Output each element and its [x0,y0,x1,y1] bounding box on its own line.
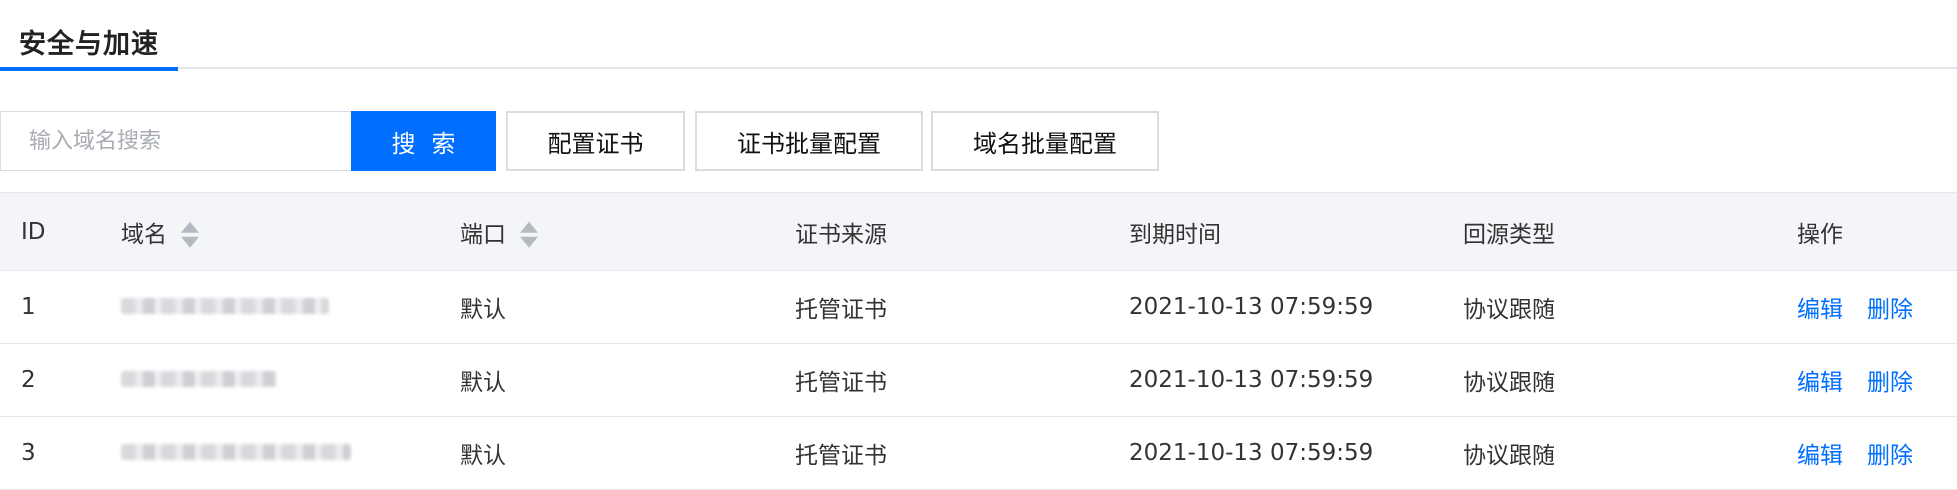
delete-link[interactable]: 删除 [1867,370,1913,396]
row-expire-time: 2021-10-13 07:59:59 [1129,367,1374,393]
domain-search-input[interactable] [0,111,352,171]
tab-label: 安全与加速 [19,29,159,60]
table-row: 1 默认 托管证书 2021-10-13 07:59:59 协议跟随 编辑 删除 [0,271,1957,344]
domain-batch-config-button[interactable]: 域名批量配置 [931,111,1159,171]
column-header-domain-label: 域名 [121,221,167,248]
row-origin-type: 协议跟随 [1463,370,1555,396]
row-id: 1 [21,294,36,320]
row-cert-source: 托管证书 [795,297,887,323]
row-expire-time: 2021-10-13 07:59:59 [1129,440,1374,466]
column-header-expire-time: 到期时间 [1129,221,1221,248]
table-row: 2 默认 托管证书 2021-10-13 07:59:59 协议跟随 编辑 删除 [0,344,1957,417]
edit-link[interactable]: 编辑 [1797,297,1843,323]
row-domain-redacted [121,294,329,320]
tab-bar: 安全与加速 [0,0,1957,71]
search-button[interactable]: 搜索 [351,111,496,171]
table-header: ID 域名 端口 证书来源 到期时间 回源类型 操作 [0,193,1957,271]
row-cert-source: 托管证书 [795,370,887,396]
row-expire-time: 2021-10-13 07:59:59 [1129,294,1374,320]
row-operations: 编辑 删除 [1797,436,1913,470]
row-operations: 编辑 删除 [1797,290,1913,324]
sort-icon[interactable] [181,221,199,249]
row-origin-type: 协议跟随 [1463,297,1555,323]
column-header-origin-type: 回源类型 [1463,221,1555,248]
table-row: 3 默认 托管证书 2021-10-13 07:59:59 协议跟随 编辑 删除 [0,417,1957,490]
row-id: 3 [21,440,36,466]
domain-table: ID 域名 端口 证书来源 到期时间 回源类型 操作 1 默认 托管证书 202… [0,192,1957,490]
active-tab-indicator [0,67,178,71]
row-id: 2 [21,367,36,393]
column-header-domain[interactable]: 域名 [121,214,199,249]
row-cert-source: 托管证书 [795,443,887,469]
row-origin-type: 协议跟随 [1463,443,1555,469]
sort-icon[interactable] [520,221,538,249]
row-port: 默认 [460,297,506,323]
column-header-id: ID [21,218,46,245]
row-domain-redacted [121,367,277,393]
column-header-operations: 操作 [1797,221,1843,248]
delete-link[interactable]: 删除 [1867,443,1913,469]
edit-link[interactable]: 编辑 [1797,443,1843,469]
edit-link[interactable]: 编辑 [1797,370,1843,396]
tab-security-acceleration[interactable]: 安全与加速 [0,0,178,71]
delete-link[interactable]: 删除 [1867,297,1913,323]
row-domain-redacted [121,440,351,466]
row-port: 默认 [460,443,506,469]
configure-certificate-button[interactable]: 配置证书 [506,111,685,171]
column-header-port-label: 端口 [460,221,506,248]
certificate-batch-config-button[interactable]: 证书批量配置 [695,111,923,171]
row-operations: 编辑 删除 [1797,363,1913,397]
column-header-port[interactable]: 端口 [460,214,538,249]
column-header-cert-source: 证书来源 [795,221,887,248]
row-port: 默认 [460,370,506,396]
